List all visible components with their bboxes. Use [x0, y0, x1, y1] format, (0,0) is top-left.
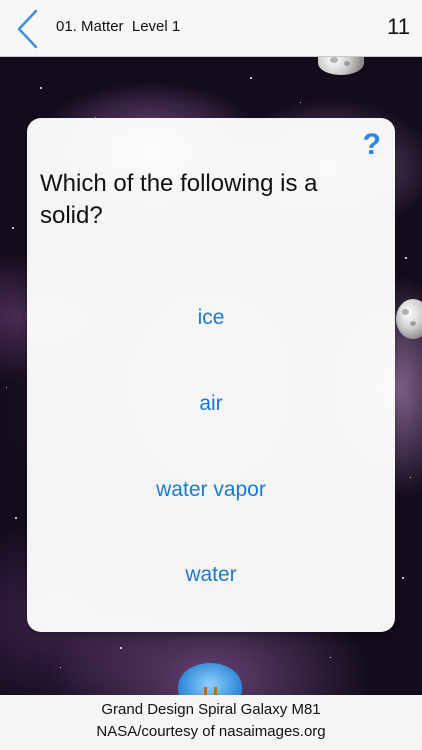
moon-icon	[318, 57, 364, 75]
navigation-bar: 01. Matter Level 1 11	[0, 0, 422, 57]
star	[250, 77, 252, 79]
answer-option-water-vapor[interactable]: water vapor	[27, 478, 395, 502]
answer-option-air[interactable]: air	[27, 392, 395, 416]
star	[405, 257, 407, 259]
star	[120, 647, 122, 649]
chevron-left-icon	[17, 9, 38, 49]
star	[402, 577, 404, 579]
critter-leg	[214, 687, 217, 695]
star	[40, 87, 42, 89]
back-button[interactable]	[14, 8, 44, 50]
score-counter: 11	[387, 14, 410, 39]
credit-title: Grand Design Spiral Galaxy M81	[101, 701, 321, 718]
critter-leg	[204, 687, 207, 695]
star	[410, 477, 411, 478]
image-credit: Grand Design Spiral Galaxy M81 NASA/cour…	[0, 695, 422, 750]
moon-icon	[396, 299, 422, 339]
question-text: Which of the following is a solid?	[40, 170, 318, 229]
credit-source: NASA/courtesy of nasaimages.org	[96, 723, 326, 740]
star	[300, 102, 301, 103]
level-title: 01. Matter Level 1	[56, 18, 181, 35]
answer-option-ice[interactable]: ice	[27, 306, 395, 330]
question-card: ? Which of the following is a solid? ice…	[27, 118, 395, 632]
answer-option-water[interactable]: water	[27, 563, 395, 587]
star	[330, 657, 331, 658]
star	[15, 517, 17, 519]
star	[60, 667, 61, 668]
star	[12, 227, 14, 229]
critter-character-icon	[178, 663, 242, 695]
star	[6, 387, 7, 388]
help-button[interactable]: ?	[363, 128, 381, 162]
